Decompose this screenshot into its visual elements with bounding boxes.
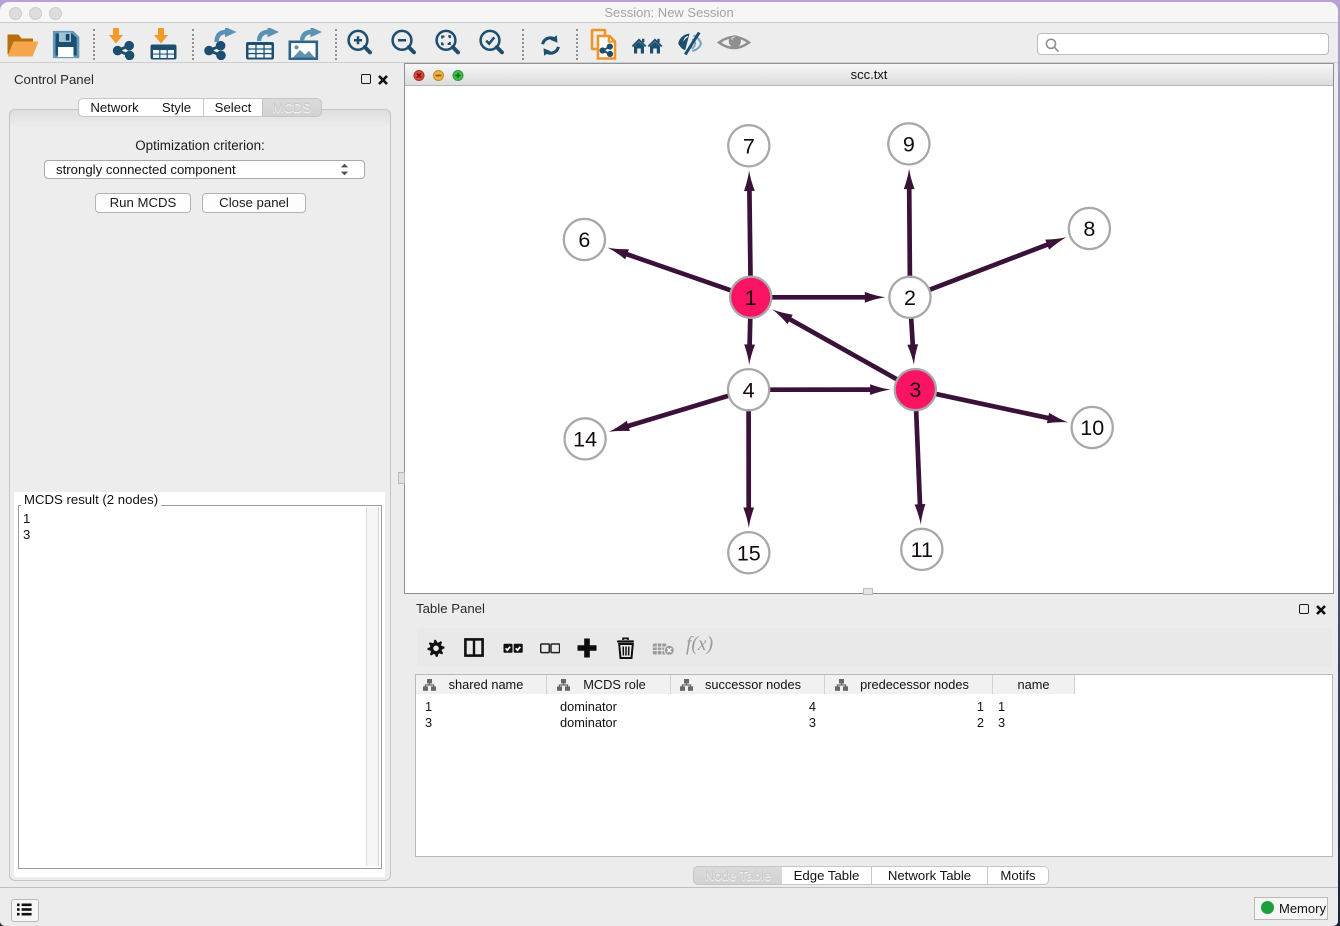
svg-text:8: 8 [1083, 217, 1095, 241]
svg-text:3: 3 [909, 378, 921, 402]
svg-text:14: 14 [573, 428, 597, 452]
svg-text:10: 10 [1080, 416, 1104, 440]
svg-text:7: 7 [743, 134, 755, 158]
svg-text:1: 1 [745, 286, 757, 310]
svg-text:2: 2 [904, 286, 916, 310]
svg-text:11: 11 [911, 538, 933, 562]
svg-text:4: 4 [743, 378, 755, 402]
svg-text:6: 6 [578, 228, 590, 252]
svg-text:15: 15 [737, 541, 761, 565]
svg-text:9: 9 [903, 133, 915, 157]
